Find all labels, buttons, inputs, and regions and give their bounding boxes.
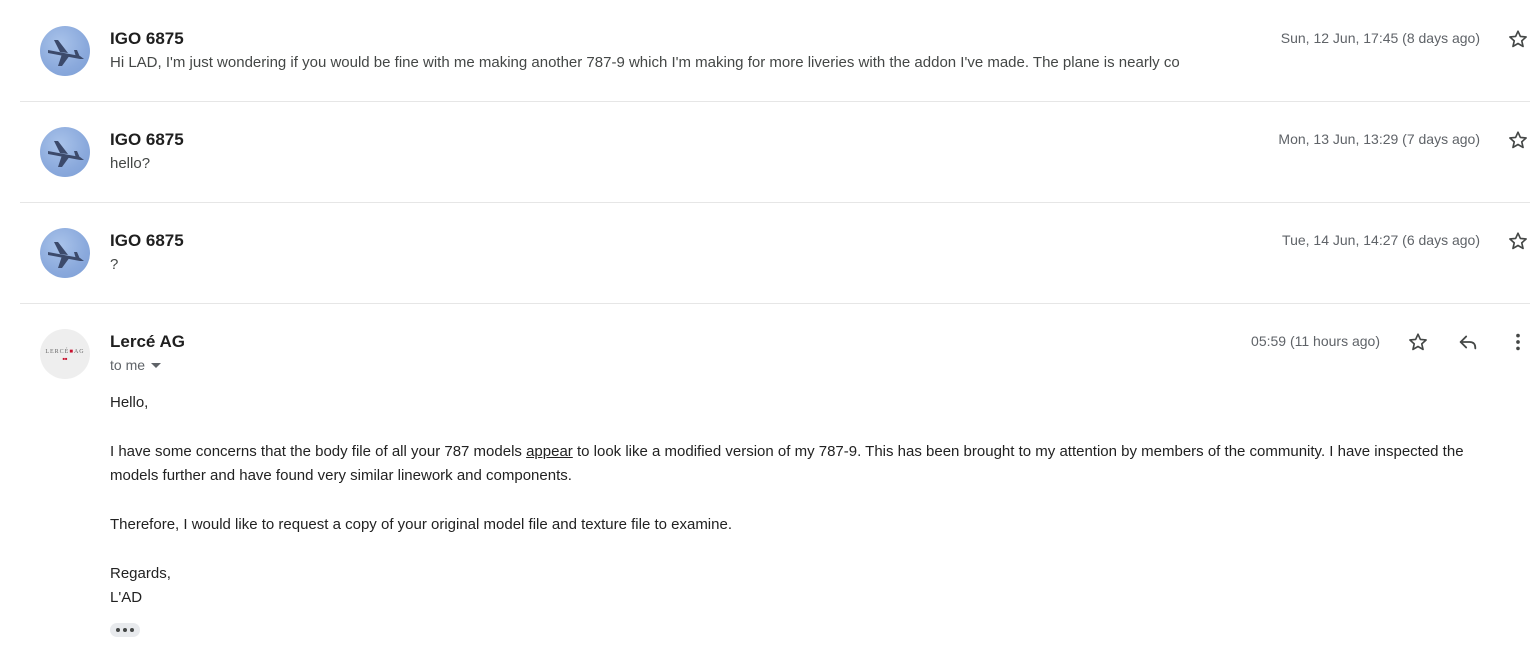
caret-down-icon	[151, 363, 162, 368]
message-date: Sun, 12 Jun, 17:45 (8 days ago)	[1280, 30, 1480, 46]
airplane-icon	[48, 40, 84, 66]
greeting: Hello,	[110, 394, 149, 411]
sender-avatar[interactable]	[40, 127, 90, 177]
message-snippet: Hi LAD, I'm just wondering if you would …	[110, 54, 1180, 71]
message-date: Tue, 14 Jun, 14:27 (6 days ago)	[1282, 232, 1480, 248]
trimmed-content-icon[interactable]	[110, 623, 140, 637]
message-body: Hello, I have some concerns that the bod…	[110, 391, 1500, 610]
recipient-details-toggle[interactable]: to me	[110, 357, 162, 373]
star-icon[interactable]	[1506, 27, 1530, 51]
paragraph-text: I have some concerns that the body file …	[110, 443, 527, 460]
recipient-label: to me	[110, 357, 146, 373]
sender-avatar[interactable]	[40, 228, 90, 278]
collapsed-message[interactable]: IGO 6875 hello? Mon, 13 Jun, 13:29 (7 da…	[20, 101, 1530, 203]
sender-name: Lercé AG	[110, 332, 185, 351]
airplane-icon	[48, 242, 84, 268]
sender-avatar[interactable]	[40, 26, 90, 76]
signature: L'AD	[110, 589, 143, 606]
more-vert-icon[interactable]	[1506, 330, 1530, 354]
message-snippet: ?	[110, 256, 119, 273]
sender-name: IGO 6875	[110, 231, 184, 250]
star-icon[interactable]	[1406, 330, 1430, 354]
sender-name: IGO 6875	[110, 29, 184, 48]
logo-mark: ■■	[62, 355, 68, 361]
airplane-icon	[48, 141, 84, 167]
star-icon[interactable]	[1506, 128, 1530, 152]
message-date: Mon, 13 Jun, 13:29 (7 days ago)	[1278, 131, 1480, 147]
email-thread: IGO 6875 Hi LAD, I'm just wondering if y…	[0, 0, 1538, 660]
company-logo: LERCÉ■AG	[45, 348, 85, 355]
reply-icon[interactable]	[1456, 330, 1480, 354]
message-date: 05:59 (11 hours ago)	[1251, 333, 1380, 349]
expanded-message: LERCÉ■AG ■■ Lercé AG to me 05:59 (11 hou…	[20, 303, 1530, 660]
closing: Regards,	[110, 565, 171, 582]
star-icon[interactable]	[1506, 229, 1530, 253]
underlined-word[interactable]: appear	[526, 443, 573, 460]
sender-name: IGO 6875	[110, 130, 184, 149]
body-paragraph: Therefore, I would like to request a cop…	[110, 516, 732, 533]
body-paragraph: I have some concerns that the body file …	[110, 440, 1500, 488]
sender-avatar[interactable]: LERCÉ■AG ■■	[40, 329, 90, 379]
message-snippet: hello?	[110, 155, 151, 172]
collapsed-message[interactable]: IGO 6875 Hi LAD, I'm just wondering if y…	[20, 0, 1530, 102]
collapsed-message[interactable]: IGO 6875 ? Tue, 14 Jun, 14:27 (6 days ag…	[20, 202, 1530, 304]
